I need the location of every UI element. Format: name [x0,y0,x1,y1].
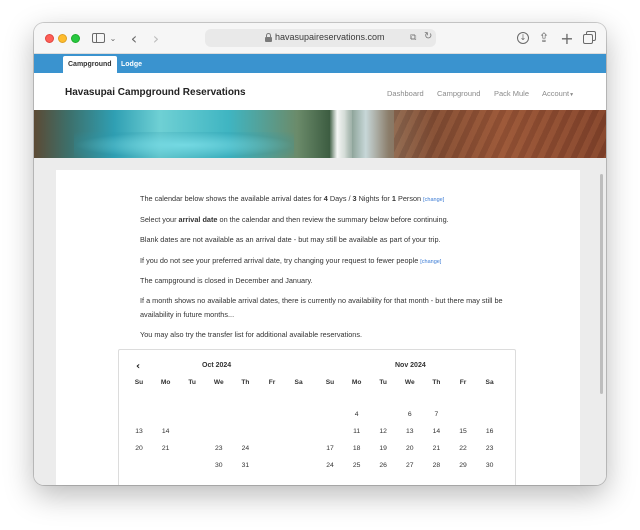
info-trip-summary: The calendar below shows the available a… [140,194,445,203]
calendar-day[interactable]: 13 [129,428,149,435]
weekday-header: Th [241,379,250,386]
calendar-day[interactable]: 30 [209,462,229,469]
browser-toolbar: ⌄ ‹ › havasupaireservations.com ⧉ ↻ ↓ ⇪ … [34,23,606,54]
weekday-header: Tu [379,379,387,386]
calendar-day[interactable]: 30 [480,462,500,469]
site-tab-bar: Campground Lodge [34,54,606,73]
zoom-window-button[interactable] [71,34,80,43]
close-window-button[interactable] [45,34,54,43]
tab-lodge[interactable]: Lodge [116,56,147,73]
calendar-day[interactable]: 19 [373,445,393,452]
calendar-day[interactable]: 27 [400,462,420,469]
web-page: Campground Lodge Havasupai Campground Re… [34,54,606,485]
change-trip-link[interactable]: [change] [423,197,444,203]
weekday-header: Th [432,379,441,386]
change-people-link[interactable]: [change] [420,259,441,265]
new-tab-icon[interactable]: + [560,29,573,48]
site-title[interactable]: Havasupai Campground Reservations [65,87,246,98]
calendar-day[interactable]: 23 [209,445,229,452]
calendar-day[interactable]: 25 [347,462,367,469]
back-arrow-icon[interactable]: ‹ [128,29,140,48]
calendar-day[interactable]: 4 [347,411,367,418]
info-preferred-date: If you do not see your preferred arrival… [140,256,442,265]
info-transfer-list: You may also try the transfer list for a… [140,330,362,339]
weekday-header: Sa [294,379,303,386]
site-header: Havasupai Campground Reservations Dashbo… [34,73,606,110]
nav-campground[interactable]: Campground [437,89,480,98]
hero-banner-image [34,110,606,158]
tab-overview-icon[interactable] [583,30,597,46]
tab-campground[interactable]: Campground [63,56,117,73]
calendar-day[interactable]: 11 [347,428,367,435]
calendar-day[interactable]: 24 [235,445,255,452]
calendar-day[interactable]: 20 [129,445,149,452]
info-blank-dates: Blank dates are not available as an arri… [140,235,441,244]
arrival-calendar: ‹ Oct 2024 Su Mo Tu We Th Fr Sa 13 14 20 21 23 24 30 31… [118,349,516,485]
weekday-header: Mo [160,379,171,386]
previous-month-button[interactable]: ‹ [136,361,140,372]
calendar-day[interactable]: 22 [453,445,473,452]
calendar-day[interactable]: 14 [426,428,446,435]
calendar-day[interactable]: 6 [400,411,420,418]
info-closed-months: The campground is closed in December and… [140,276,313,285]
weekday-header: Tu [188,379,196,386]
minimize-window-button[interactable] [58,34,67,43]
calendar-day[interactable]: 29 [453,462,473,469]
sidebar-icon[interactable] [91,30,105,46]
calendar-day[interactable]: 26 [373,462,393,469]
month-title: Oct 2024 [202,362,232,369]
weekday-header: We [213,379,224,386]
nav-dashboard[interactable]: Dashboard [387,89,424,98]
calendar-day[interactable]: 31 [235,462,255,469]
calendar-day[interactable]: 21 [156,445,176,452]
calendar-day[interactable]: 24 [320,462,340,469]
page-scrollbar[interactable] [600,174,603,394]
weekday-header: Mo [351,379,362,386]
share-icon[interactable]: ⇪ [538,30,550,46]
weekday-header: Su [325,379,335,386]
translate-icon[interactable]: ⧉ [410,32,416,43]
calendar-day[interactable]: 23 [480,445,500,452]
calendar-day[interactable]: 14 [156,428,176,435]
caret-down-icon: ▼ [569,92,575,98]
chevron-down-icon[interactable]: ⌄ [109,30,117,46]
nav-pack-mule[interactable]: Pack Mule [494,89,529,98]
calendar-day[interactable]: 20 [400,445,420,452]
calendar-day[interactable]: 16 [480,428,500,435]
calendar-day[interactable]: 13 [400,428,420,435]
calendar-day[interactable]: 18 [347,445,367,452]
nav-account-dropdown[interactable]: Account▼ [542,89,574,98]
info-future-months: availability in future months... [140,310,235,319]
calendar-day[interactable]: 12 [373,428,393,435]
calendar-day[interactable]: 28 [426,462,446,469]
calendar-day[interactable]: 17 [320,445,340,452]
calendar-day[interactable]: 7 [426,411,446,418]
forward-arrow-icon[interactable]: › [150,29,162,48]
url-text: havasupaireservations.com [275,32,385,42]
weekday-header: Fr [459,379,467,386]
calendar-day[interactable]: 21 [426,445,446,452]
download-icon[interactable]: ↓ [516,30,530,46]
weekday-header: We [404,379,415,386]
weekday-header: Su [134,379,144,386]
calendar-day[interactable]: 15 [453,428,473,435]
browser-window: ⌄ ‹ › havasupaireservations.com ⧉ ↻ ↓ ⇪ … [34,23,606,485]
address-bar[interactable]: havasupaireservations.com ⧉ ↻ [205,29,436,47]
info-select-date: Select your arrival date on the calendar… [140,215,449,224]
info-no-availability: If a month shows no available arrival da… [140,296,503,305]
nav-account-label: Account [542,89,570,98]
weekday-header: Sa [485,379,494,386]
weekday-header: Fr [268,379,276,386]
month-title: Nov 2024 [395,362,426,369]
reload-icon[interactable]: ↻ [424,31,432,42]
lock-icon [265,33,272,42]
